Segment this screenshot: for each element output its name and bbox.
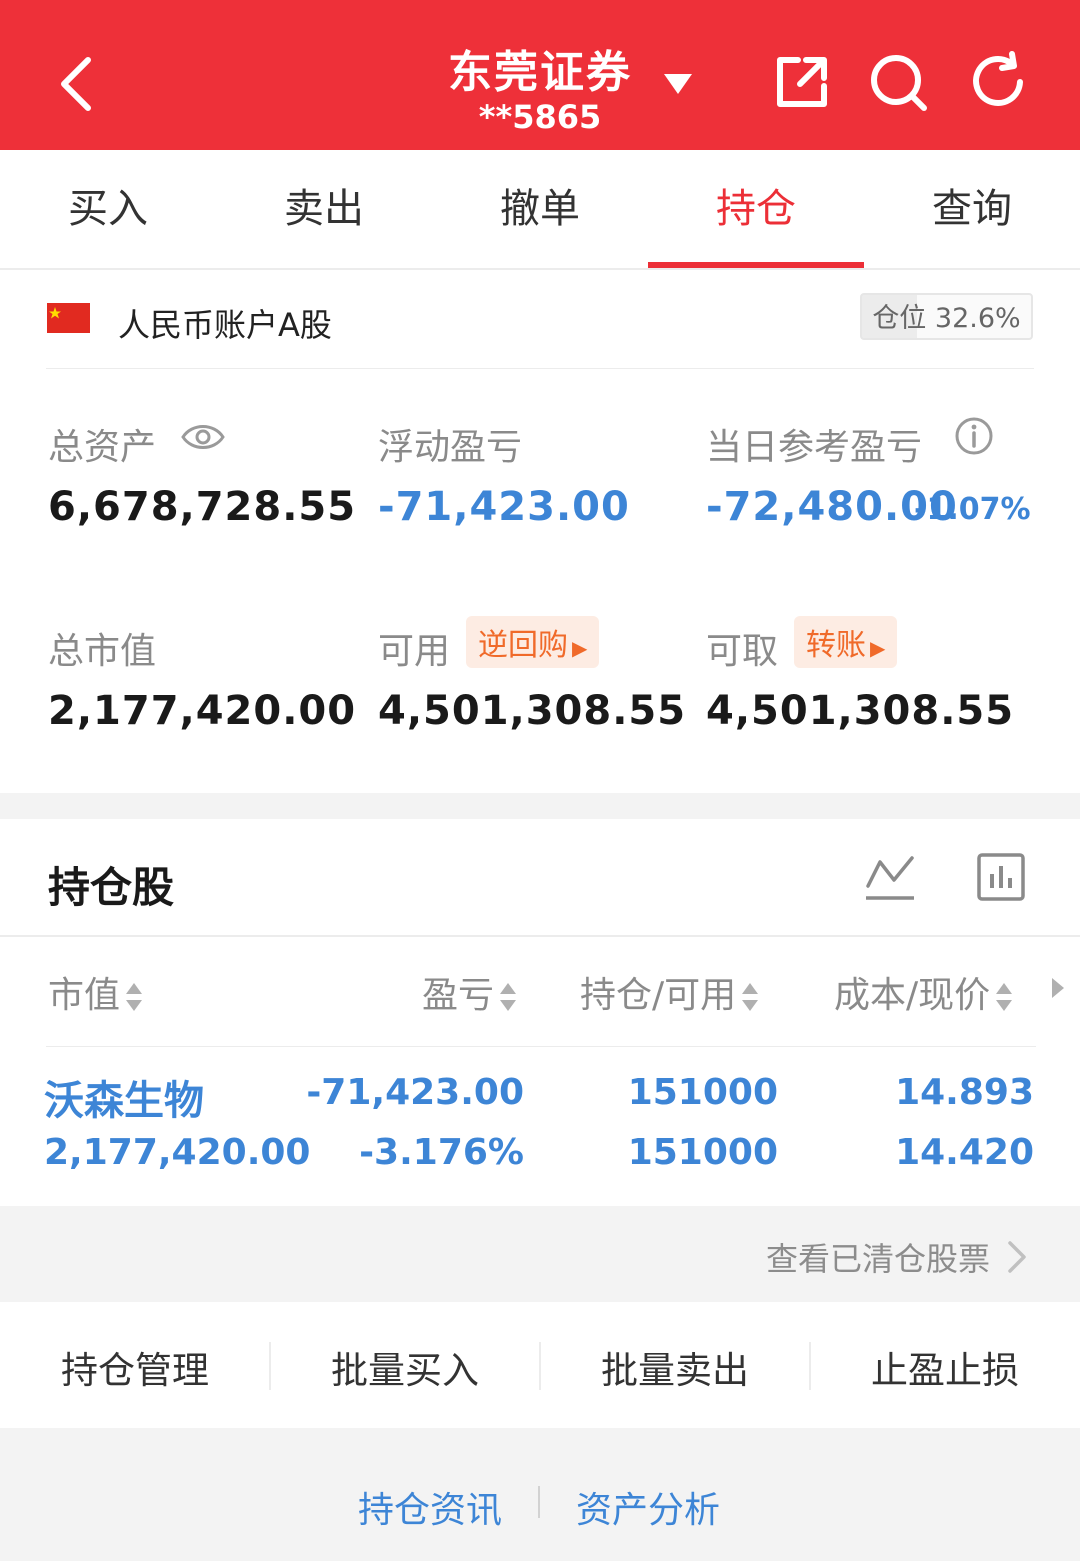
reverse-repo-button[interactable]: 逆回购 ▶ (466, 616, 600, 668)
china-flag-icon (47, 303, 90, 333)
view-cleared-stocks-link[interactable]: 查看已清仓股票 (766, 1234, 990, 1280)
total-assets-label: 总资产 (48, 427, 157, 468)
market-value-value: 2,177,420.00 (48, 688, 357, 734)
daily-pnl-percent: -1.07% (914, 492, 1031, 527)
triangle-right-icon: ▶ (870, 636, 886, 660)
sort-icon (500, 983, 517, 1011)
floating-pnl-label: 浮动盈亏 (378, 427, 523, 468)
holdings-title: 持仓股 (48, 863, 175, 912)
column-header-market-value[interactable]: 市值 (48, 966, 144, 1018)
info-icon[interactable] (954, 416, 994, 456)
scroll-right-icon[interactable] (1050, 976, 1066, 1000)
triangle-right-icon: ▶ (572, 636, 588, 660)
asset-analysis-link[interactable]: 资产分析 (576, 1481, 720, 1533)
line-chart-icon[interactable] (864, 852, 916, 902)
divider (46, 368, 1034, 369)
stock-available: 151000 (627, 1132, 778, 1173)
bar-chart-icon[interactable] (976, 852, 1026, 902)
dropdown-triangle-icon[interactable] (662, 72, 694, 96)
column-header-label: 持仓/可用 (580, 975, 737, 1016)
sort-icon (742, 983, 759, 1011)
available-funds-value: 4,501,308.55 (378, 688, 687, 734)
position-management-button[interactable]: 持仓管理 (0, 1340, 270, 1394)
divider (46, 1046, 1036, 1047)
total-assets-value: 6,678,728.55 (48, 484, 357, 530)
tab-cancel-order[interactable]: 撤单 (432, 150, 648, 268)
column-header-label: 市值 (48, 975, 121, 1016)
refresh-icon[interactable] (966, 50, 1030, 114)
position-ratio-badge: 仓位 32.6% (860, 293, 1033, 340)
tab-sell[interactable]: 卖出 (216, 150, 432, 268)
market-value-label: 总市值 (48, 631, 157, 672)
section-gap (0, 793, 1080, 819)
sort-icon (126, 983, 143, 1011)
withdrawable-value: 4,501,308.55 (706, 688, 1015, 734)
transfer-label: 转账 (806, 628, 866, 663)
eye-icon[interactable] (180, 420, 226, 454)
tab-buy[interactable]: 买入 (0, 150, 216, 268)
batch-buy-button[interactable]: 批量买入 (270, 1340, 540, 1394)
stock-position: 151000 (627, 1072, 778, 1113)
tab-holdings[interactable]: 持仓 (648, 150, 864, 268)
divider (0, 935, 1080, 937)
chevron-right-icon (1008, 1241, 1026, 1273)
stock-name[interactable]: 沃森生物 (44, 1068, 204, 1126)
search-icon[interactable] (866, 50, 930, 114)
withdrawable-label: 可取 (706, 631, 779, 672)
floating-pnl-value: -71,423.00 (378, 484, 630, 530)
stock-pnl-percent: -3.176% (359, 1132, 524, 1173)
stock-pnl: -71,423.00 (306, 1072, 524, 1113)
daily-pnl-label: 当日参考盈亏 (706, 427, 923, 468)
footer-area (0, 1428, 1080, 1561)
reverse-repo-label: 逆回购 (478, 628, 568, 663)
divider (538, 1486, 540, 1518)
column-header-label: 成本/现价 (834, 975, 991, 1016)
stop-profit-loss-button[interactable]: 止盈止损 (810, 1340, 1080, 1394)
stock-price: 14.420 (895, 1132, 1034, 1173)
account-type-label: 人民币账户A股 (118, 306, 332, 344)
tab-query[interactable]: 查询 (864, 150, 1080, 268)
stock-cost: 14.893 (895, 1072, 1034, 1113)
column-header-label: 盈亏 (422, 975, 495, 1016)
transfer-button[interactable]: 转账 ▶ (794, 616, 898, 668)
share-external-icon[interactable] (770, 50, 834, 114)
sort-icon (996, 983, 1013, 1011)
column-header-position-available[interactable]: 持仓/可用 (580, 966, 760, 1018)
column-header-cost-price[interactable]: 成本/现价 (834, 966, 1014, 1018)
available-funds-label: 可用 (378, 631, 451, 672)
column-header-pnl[interactable]: 盈亏 (422, 966, 518, 1018)
batch-sell-button[interactable]: 批量卖出 (540, 1340, 810, 1394)
holdings-news-link[interactable]: 持仓资讯 (358, 1481, 502, 1533)
active-tab-indicator (648, 262, 864, 268)
stock-market-value: 2,177,420.00 (44, 1132, 311, 1173)
